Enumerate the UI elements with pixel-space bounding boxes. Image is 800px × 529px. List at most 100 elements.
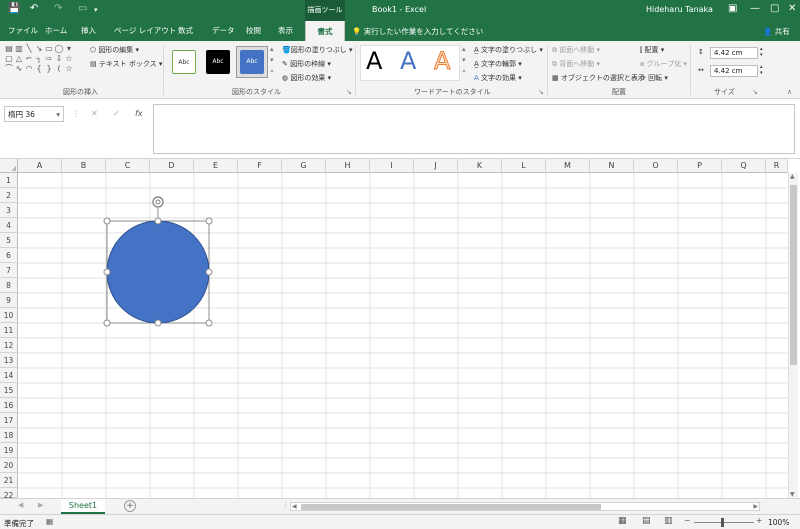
scroll-right-icon[interactable]: ▶ — [753, 503, 758, 510]
row-header[interactable]: 5 — [0, 233, 18, 248]
bring-forward-button[interactable]: ⧉ 前面へ移動 ▾ — [552, 45, 600, 55]
row-header[interactable]: 11 — [0, 323, 18, 338]
worksheet-grid[interactable]: ◢ A B C D E F G H I J K L M N O P Q R 1 … — [0, 159, 800, 500]
page-layout-view-icon[interactable]: ▤ — [642, 516, 651, 526]
shape-triangle-icon[interactable]: △ — [14, 54, 24, 64]
shape-curve-icon[interactable]: ⌒ — [4, 64, 14, 74]
align-button[interactable]: ⫿ 配置 ▾ — [640, 45, 664, 55]
scroll-up-icon[interactable]: ▲ — [790, 173, 795, 180]
row-header[interactable]: 22 — [0, 488, 18, 500]
shape-fill-button[interactable]: 🪣図形の塗りつぶし ▾ — [282, 45, 353, 55]
shape-brace-icon[interactable]: { — [34, 64, 44, 74]
formula-bar-splitter-icon[interactable]: ⋮ — [72, 109, 80, 118]
collapse-ribbon-icon[interactable]: ∧ — [787, 88, 792, 96]
column-header[interactable]: F — [238, 159, 282, 173]
shape-style-more-icon[interactable]: ⩡ — [270, 67, 274, 76]
shape-style-scroll-down-icon[interactable]: ▾ — [270, 56, 274, 64]
selection-pane-button[interactable]: ▦ オブジェクトの選択と表示 — [552, 73, 645, 83]
column-header[interactable]: I — [370, 159, 414, 173]
width-spinner-icon[interactable]: ▴ ▾ — [760, 64, 763, 76]
shape-outline-button[interactable]: ✎ 図形の枠線 ▾ — [282, 59, 331, 69]
tab-home[interactable]: ホーム — [45, 25, 67, 36]
shape-elbow2-icon[interactable]: ┐ — [34, 54, 44, 64]
shape-width-input[interactable]: 4.42 cm — [710, 65, 758, 77]
column-header[interactable]: K — [458, 159, 502, 173]
column-header[interactable]: H — [326, 159, 370, 173]
zoom-level[interactable]: 100% — [768, 518, 789, 527]
tell-me-box[interactable]: 💡 実行したい作業を入力してください — [352, 26, 483, 37]
row-header[interactable]: 18 — [0, 428, 18, 443]
shape-elbow-icon[interactable]: ⌐ — [24, 54, 34, 64]
share-button[interactable]: 👤 共有 — [763, 26, 790, 37]
undo-icon[interactable]: ↶ — [30, 3, 38, 14]
insert-function-icon[interactable]: fx — [135, 109, 143, 118]
column-header[interactable]: O — [634, 159, 678, 173]
row-header[interactable]: 16 — [0, 398, 18, 413]
shape-gallery[interactable]: ▤ ▥ ╲ ↘ ▭ ◯ ▾ ▢ △ ⌐ ┐ ⇨ ⇩ ☆ ⌒ ∿ ◠{}(☆ — [4, 44, 82, 80]
column-header[interactable]: P — [678, 159, 722, 173]
name-box[interactable]: 楕円 36 ▾ — [4, 106, 64, 122]
shape-style-blue-sample[interactable]: Abc — [240, 50, 264, 74]
shape-styles-dialog-launcher-icon[interactable]: ↘ — [346, 88, 352, 96]
column-header[interactable]: D — [150, 159, 194, 173]
shape-rectangle-icon[interactable]: ▭ — [44, 44, 54, 54]
tab-review[interactable]: 校閲 — [246, 25, 261, 36]
row-header[interactable]: 3 — [0, 203, 18, 218]
shape-textbox-icon[interactable]: ▤ — [4, 44, 14, 54]
column-header[interactable]: C — [106, 159, 150, 173]
resize-handle[interactable] — [103, 217, 111, 225]
shape-height-input[interactable]: 4.42 cm — [710, 47, 758, 59]
cancel-icon[interactable]: ✕ — [91, 109, 98, 118]
resize-handle[interactable] — [205, 268, 213, 276]
shape-arc-icon[interactable]: ◠ — [24, 64, 34, 74]
resize-handle[interactable] — [205, 319, 213, 327]
shape-oval-icon[interactable]: ◯ — [54, 44, 64, 54]
column-header[interactable]: M — [546, 159, 590, 173]
vertical-scroll-thumb[interactable] — [790, 185, 797, 365]
row-header[interactable]: 13 — [0, 353, 18, 368]
save-icon[interactable]: 💾 — [8, 3, 20, 14]
vertical-scrollbar[interactable]: ▲ ▼ — [788, 173, 798, 498]
sheet-prev-icon[interactable]: ◀ — [18, 501, 23, 509]
row-header[interactable]: 7 — [0, 263, 18, 278]
horizontal-scroll-thumb[interactable] — [301, 504, 601, 510]
zoom-in-button[interactable]: + — [756, 516, 762, 525]
column-header[interactable]: Q — [722, 159, 766, 173]
ribbon-display-icon[interactable]: ▣ — [728, 3, 737, 14]
redo-icon[interactable]: ↷ — [54, 3, 62, 14]
tab-data[interactable]: データ — [212, 25, 235, 36]
column-header[interactable]: E — [194, 159, 238, 173]
send-backward-button[interactable]: ⧉ 背面へ移動 ▾ — [552, 59, 600, 69]
shape-star-icon[interactable]: ☆ — [64, 54, 74, 64]
shape-arrow-down-icon[interactable]: ⇩ — [54, 54, 64, 64]
shape-curve2-icon[interactable]: ∿ — [14, 64, 24, 74]
edit-shape-button[interactable]: ⬠ 図形の編集 ▾ — [90, 45, 139, 55]
wordart-blue-sample[interactable]: A — [400, 47, 416, 75]
shape-effects-button[interactable]: ◍ 図形の効果 ▾ — [282, 73, 331, 83]
wordart-dialog-launcher-icon[interactable]: ↘ — [538, 88, 544, 96]
shape-style-outline-sample[interactable]: Abc — [172, 50, 196, 74]
row-header[interactable]: 14 — [0, 368, 18, 383]
row-header[interactable]: 4 — [0, 218, 18, 233]
column-header[interactable]: J — [414, 159, 458, 173]
wordart-scroll-down-icon[interactable]: ▾ — [462, 56, 466, 64]
wordart-more-icon[interactable]: ⩡ — [462, 67, 466, 76]
horizontal-scrollbar[interactable]: ◀ ▶ — [290, 502, 760, 511]
tab-format[interactable]: 書式 — [305, 21, 345, 41]
resize-handle[interactable] — [103, 319, 111, 327]
row-header[interactable]: 12 — [0, 338, 18, 353]
column-header[interactable]: N — [590, 159, 634, 173]
text-fill-button[interactable]: A̲ 文字の塗りつぶし ▾ — [474, 45, 543, 55]
resize-handle[interactable] — [154, 319, 162, 327]
row-header[interactable]: 20 — [0, 458, 18, 473]
shape-line-icon[interactable]: ╲ — [24, 44, 34, 54]
rotate-button[interactable]: ⟳ 回転 ▾ — [640, 73, 668, 83]
zoom-slider-track[interactable] — [694, 522, 754, 523]
shape-arrow-line-icon[interactable]: ↘ — [34, 44, 44, 54]
column-header[interactable]: A — [18, 159, 62, 173]
shape-style-scroll-up-icon[interactable]: ▴ — [270, 45, 274, 53]
zoom-slider-thumb[interactable] — [721, 518, 724, 527]
tab-view[interactable]: 表示 — [278, 25, 293, 36]
shape-arrow-right-icon[interactable]: ⇨ — [44, 54, 54, 64]
select-all-corner[interactable]: ◢ — [0, 159, 18, 173]
